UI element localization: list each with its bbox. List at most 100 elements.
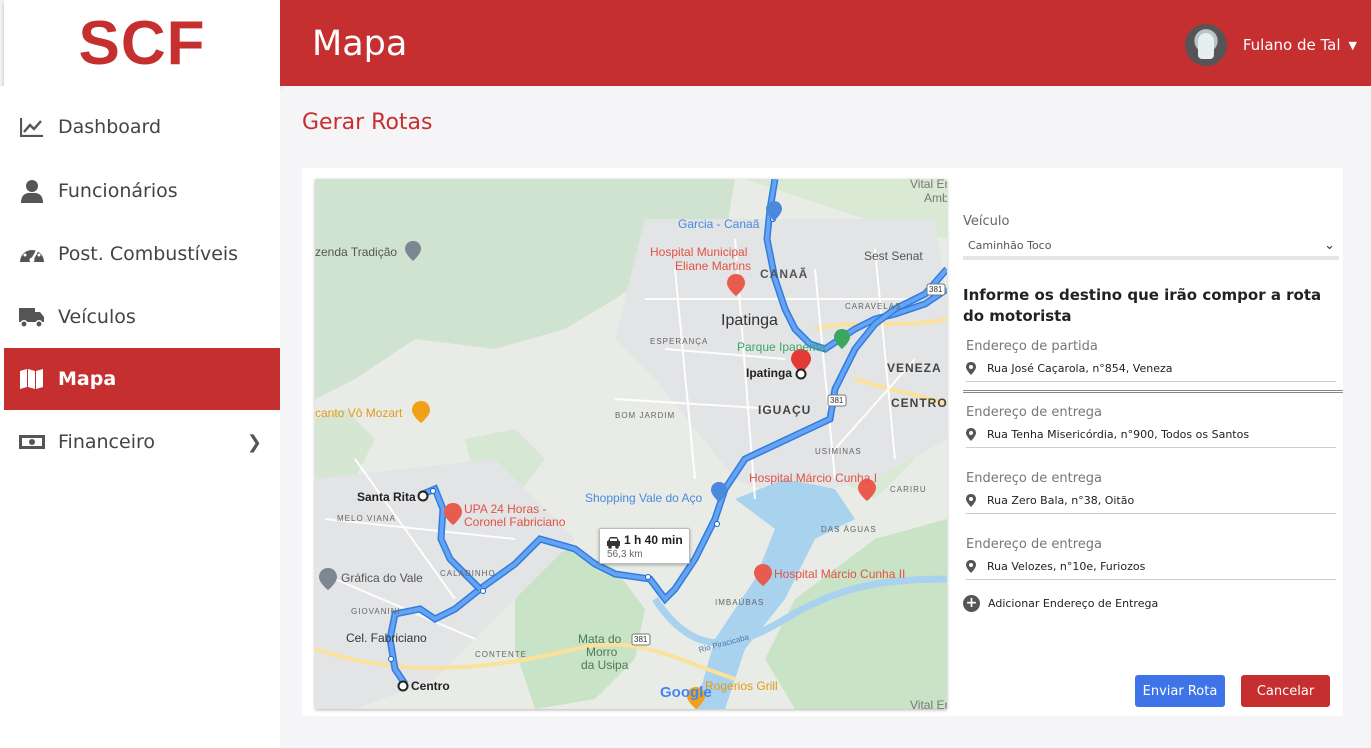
map-label: Garcia - Canaã — [678, 217, 760, 231]
map-label: IMBAÚBAS — [715, 598, 765, 607]
map-label: VENEZA — [887, 361, 942, 375]
user-icon — [19, 178, 45, 204]
map-label: Rogerios Grill — [705, 679, 778, 693]
vehicle-label: Veículo — [963, 214, 1010, 229]
logo-text: SCF — [78, 8, 206, 78]
vehicle-select[interactable]: Caminhão Toco ⌄ — [963, 234, 1339, 260]
map-label: canto Vô Mozart — [315, 406, 403, 420]
sidebar-item-postos[interactable]: Post. Combustíveis — [4, 223, 280, 285]
route-distance: 56,3 km — [607, 549, 643, 560]
add-delivery-button[interactable]: + Adicionar Endereço de Entrega — [963, 595, 1158, 612]
map-label: Centro — [411, 679, 450, 693]
map-label: CONTENTE — [475, 650, 527, 659]
sidebar-item-mapa[interactable]: Mapa — [4, 348, 280, 410]
route-map[interactable]: Vital Er Amb Garcia - Canaã Hospital Mun… — [315, 179, 947, 709]
map-label: MELO VIANA — [337, 514, 396, 523]
avatar[interactable] — [1184, 24, 1227, 66]
add-delivery-label: Adicionar Endereço de Entrega — [988, 597, 1159, 610]
location-pin-icon — [966, 428, 978, 441]
sidebar-item-label: Mapa — [58, 368, 117, 390]
route-instructions: Informe os destino que irão compor a rot… — [963, 286, 1322, 325]
map-label: CARIRU — [890, 485, 927, 494]
page-title: Mapa — [312, 24, 408, 64]
user-menu[interactable]: Fulano de Tal ▼ — [1184, 24, 1357, 66]
map-label: Vital Er — [910, 698, 947, 709]
top-bar: Mapa Fulano de Tal ▼ — [280, 0, 1371, 86]
divider — [963, 390, 1343, 393]
map-label: Hospital Márcio Cunha II — [774, 567, 906, 581]
delivery-address-field[interactable]: Endereço de entrega Rua Velozes, n°10e, … — [966, 537, 1336, 580]
map-label: zenda Tradição — [315, 245, 398, 259]
sidebar-item-label: Post. Combustíveis — [58, 243, 239, 265]
cancel-button[interactable]: Cancelar — [1241, 675, 1330, 707]
route-info-box[interactable]: 1 h 40 min 56,3 km — [599, 528, 690, 564]
caret-down-icon[interactable]: ▼ — [1349, 39, 1357, 52]
map-label: UPA 24 Horas - — [464, 502, 547, 516]
sidebar-item-label: Dashboard — [58, 116, 162, 138]
chart-line-icon — [19, 114, 45, 140]
map-label: Ipatinga — [746, 366, 793, 380]
highway-shield: 381 — [830, 396, 844, 405]
google-logo: Google — [660, 684, 712, 701]
sidebar-item-dashboard[interactable]: Dashboard — [4, 96, 280, 158]
highway-shield: 381 — [929, 285, 943, 294]
map-label: CANAÃ — [760, 267, 809, 281]
map-label: Hospital Municipal — [650, 245, 748, 259]
map-label: USIMINAS — [815, 447, 862, 456]
map-label: DAS ÁGUAS — [821, 525, 877, 534]
section-title: Gerar Rotas — [302, 110, 433, 135]
map-label: Santa Rita — [357, 490, 416, 504]
delivery-address-label: Endereço de entrega — [966, 405, 1102, 420]
start-address-value[interactable]: Rua José Caçarola, n°854, Veneza — [987, 362, 1173, 375]
sidebar-item-label: Veículos — [58, 306, 136, 328]
location-pin-icon — [966, 560, 978, 573]
map-label: Amb — [924, 191, 947, 205]
map-label: Shopping Vale do Aço — [585, 491, 703, 505]
map-label: Gráfica do Vale — [341, 571, 423, 585]
location-pin-icon — [966, 362, 978, 375]
send-route-button[interactable]: Enviar Rota — [1135, 675, 1225, 707]
map-icon — [19, 366, 45, 392]
plus-circle-icon: + — [963, 595, 980, 612]
map-label: Cel. Fabriciano — [346, 631, 427, 645]
map-label: Ipatinga — [721, 312, 778, 329]
delivery-address-field[interactable]: Endereço de entrega Rua Tenha Misericórd… — [966, 405, 1336, 448]
delivery-address-field[interactable]: Endereço de entrega Rua Zero Bala, n°38,… — [966, 471, 1336, 514]
map-label: Sest Senat — [864, 249, 923, 263]
gauge-icon — [19, 241, 45, 267]
vehicle-select-value: Caminhão Toco — [968, 239, 1052, 252]
start-address-field[interactable]: Endereço de partida Rua José Caçarola, n… — [966, 339, 1336, 382]
map-label: BOM JARDIM — [615, 411, 676, 420]
map-label: da Usipa — [581, 658, 629, 672]
map-label: Coronel Fabriciano — [464, 515, 566, 529]
delivery-address-value[interactable]: Rua Tenha Misericórdia, n°900, Todos os … — [987, 428, 1249, 441]
chevron-right-icon: ❯ — [246, 431, 262, 453]
map-label: CARAVELAS — [845, 302, 902, 311]
map-label: Hospital Márcio Cunha I — [749, 471, 878, 485]
delivery-address-label: Endereço de entrega — [966, 471, 1102, 486]
sidebar-item-funcionarios[interactable]: Funcionários — [4, 160, 280, 222]
sidebar-item-label: Financeiro — [58, 431, 155, 453]
sidebar-item-label: Funcionários — [58, 180, 178, 202]
highway-shield: 381 — [634, 635, 648, 644]
map-label: IGUAÇU — [758, 403, 812, 417]
map-label: Parque Ipanema — [737, 340, 826, 354]
truck-icon — [19, 304, 45, 330]
sidebar: Dashboard Funcionários Post. Combustívei… — [0, 86, 280, 748]
start-address-label: Endereço de partida — [966, 339, 1098, 354]
map-label: ESPERANÇA — [650, 337, 709, 346]
location-pin-icon — [966, 494, 978, 507]
route-duration: 1 h 40 min — [624, 533, 683, 547]
money-icon — [19, 429, 45, 455]
delivery-address-value[interactable]: Rua Zero Bala, n°38, Oitão — [987, 494, 1134, 507]
map-label: Morro — [586, 645, 618, 659]
map-label: GIOVANINI — [351, 607, 401, 616]
delivery-address-label: Endereço de entrega — [966, 537, 1102, 552]
map-label: Eliane Martins — [675, 259, 752, 273]
map-label: Mata do — [578, 632, 622, 646]
logo[interactable]: SCF — [4, 0, 280, 86]
sidebar-item-veiculos[interactable]: Veículos — [4, 286, 280, 348]
delivery-address-value[interactable]: Rua Velozes, n°10e, Furiozos — [987, 560, 1145, 573]
user-name[interactable]: Fulano de Tal — [1243, 36, 1341, 54]
sidebar-item-financeiro[interactable]: Financeiro ❯ — [4, 411, 280, 473]
